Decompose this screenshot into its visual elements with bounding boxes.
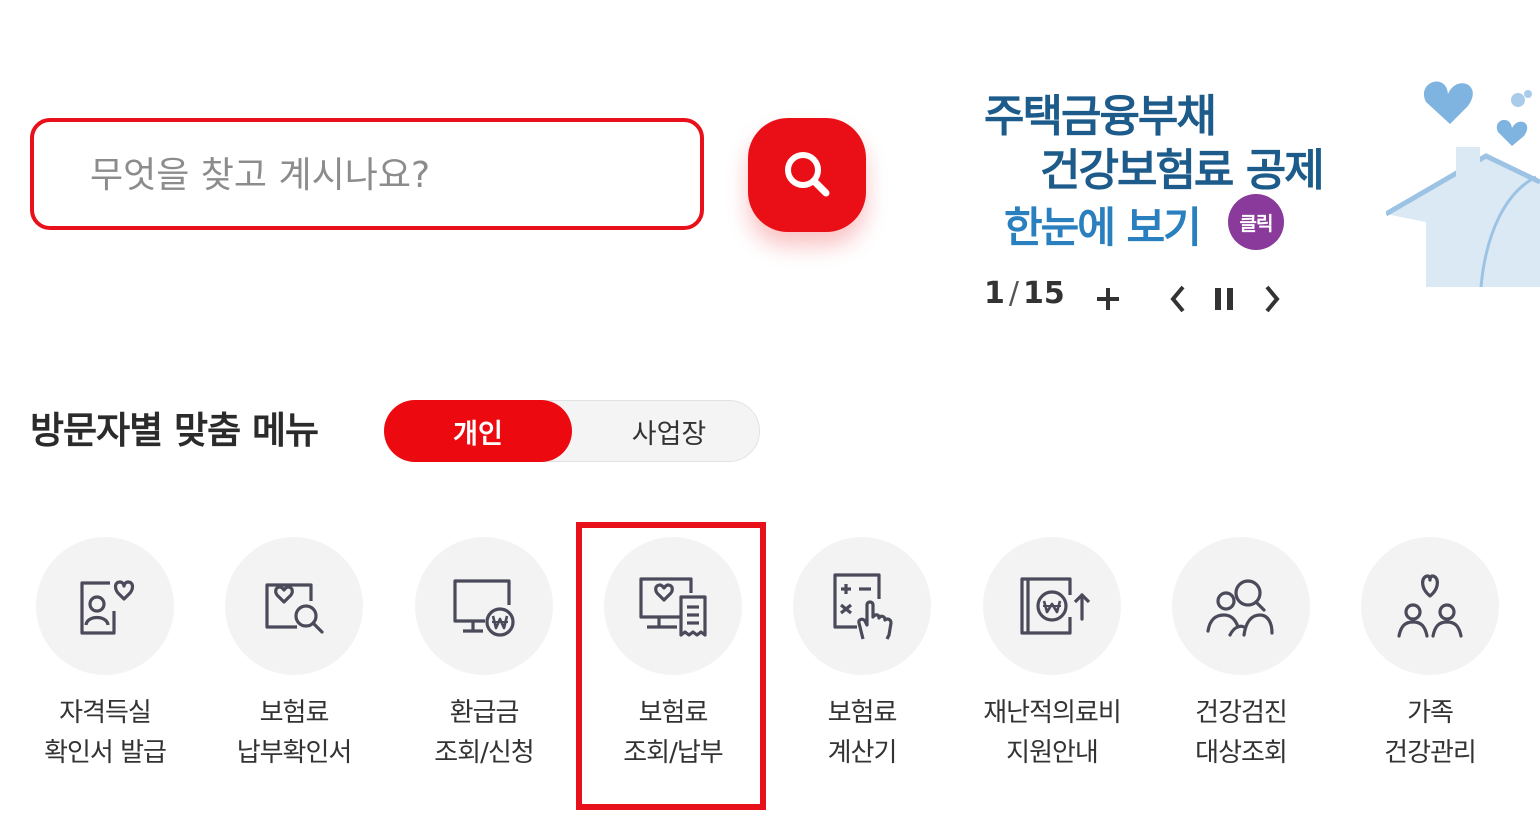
banner-line3: 한눈에 보기 [1004,203,1202,252]
calculator-icon [833,573,893,640]
menu-icon-circle [1361,537,1499,675]
menu-icon-circle [36,537,174,675]
banner-pause-button[interactable] [1204,278,1244,320]
banner-click-badge: 클릭 [1228,194,1284,250]
certificate-icon [80,580,135,635]
menu-label-line1: 보험료 [259,698,330,728]
health-checkup-icon [1206,579,1274,637]
banner-counter: 1/15 [984,276,1065,311]
medical-support-icon [1020,577,1091,635]
banner-more-button[interactable] [1088,278,1128,320]
banner-next-button[interactable] [1252,278,1292,320]
menu-label-line1: 재난적의료비 [983,698,1122,728]
menu-label-line1: 자격득실 [59,698,152,728]
search-input[interactable] [88,146,652,204]
menu-label-line2: 대상조회 [1195,738,1288,768]
section-title: 방문자별 맞춤 메뉴 [30,409,319,452]
tab-personal[interactable]: 개인 [384,400,572,462]
menu-label-line1: 환급금 [449,698,520,728]
menu-label-line1: 보험료 [827,698,898,728]
menu-item-certificate[interactable]: 자격득실 확인서 발급 [15,537,195,773]
banner-prev-button[interactable] [1158,278,1198,320]
refund-icon [453,579,515,637]
menu-icon-circle [793,537,931,675]
menu-label-line2: 조회/신청 [434,738,534,768]
house-heart-illustration [1384,72,1540,291]
banner-counter-total: 15 [1022,276,1065,311]
chevron-left-icon [1170,285,1185,313]
menu-label-line2: 계산기 [827,738,898,768]
menu-item-payment-confirmation[interactable]: 보험료 납부확인서 [204,537,384,773]
menu-item-refund[interactable]: 환급금 조회/신청 [394,537,574,773]
menu-icon-circle [1172,537,1310,675]
menu-item-medical-support[interactable]: 재난적의료비 지원안내 [962,537,1142,773]
menu-label-line2: 확인서 발급 [44,738,167,768]
menu-item-calculator[interactable]: 보험료 계산기 [772,537,952,773]
visitor-type-toggle: 개인 사업장 [384,400,760,462]
search-box [30,118,704,230]
search-button[interactable] [748,118,866,232]
chevron-right-icon [1265,285,1280,313]
banner-line2: 건강보험료 공제 [1040,145,1325,196]
menu-label-line2: 지원안내 [1006,738,1099,768]
tab-business[interactable]: 사업장 [575,400,763,462]
menu-label-line2: 납부확인서 [236,738,353,768]
menu-icon-circle [225,537,363,675]
menu-label-line2: 건강관리 [1384,738,1477,768]
menu-item-family-health[interactable]: 가족 건강관리 [1340,537,1520,773]
menu-label-line1: 가족 [1407,698,1454,728]
pause-icon [1215,288,1233,310]
menu-label-line1: 건강검진 [1195,698,1288,728]
payment-confirmation-icon [265,583,324,634]
menu-icon-circle [983,537,1121,675]
family-health-icon [1397,574,1463,638]
plus-icon [1097,288,1119,310]
menu-icon-circle [415,537,553,675]
selection-highlight [576,522,766,810]
search-icon [779,146,835,205]
banner-counter-current: 1 [984,276,1005,311]
banner-counter-separator: / [1008,276,1019,311]
menu-item-health-checkup[interactable]: 건강검진 대상조회 [1151,537,1331,773]
